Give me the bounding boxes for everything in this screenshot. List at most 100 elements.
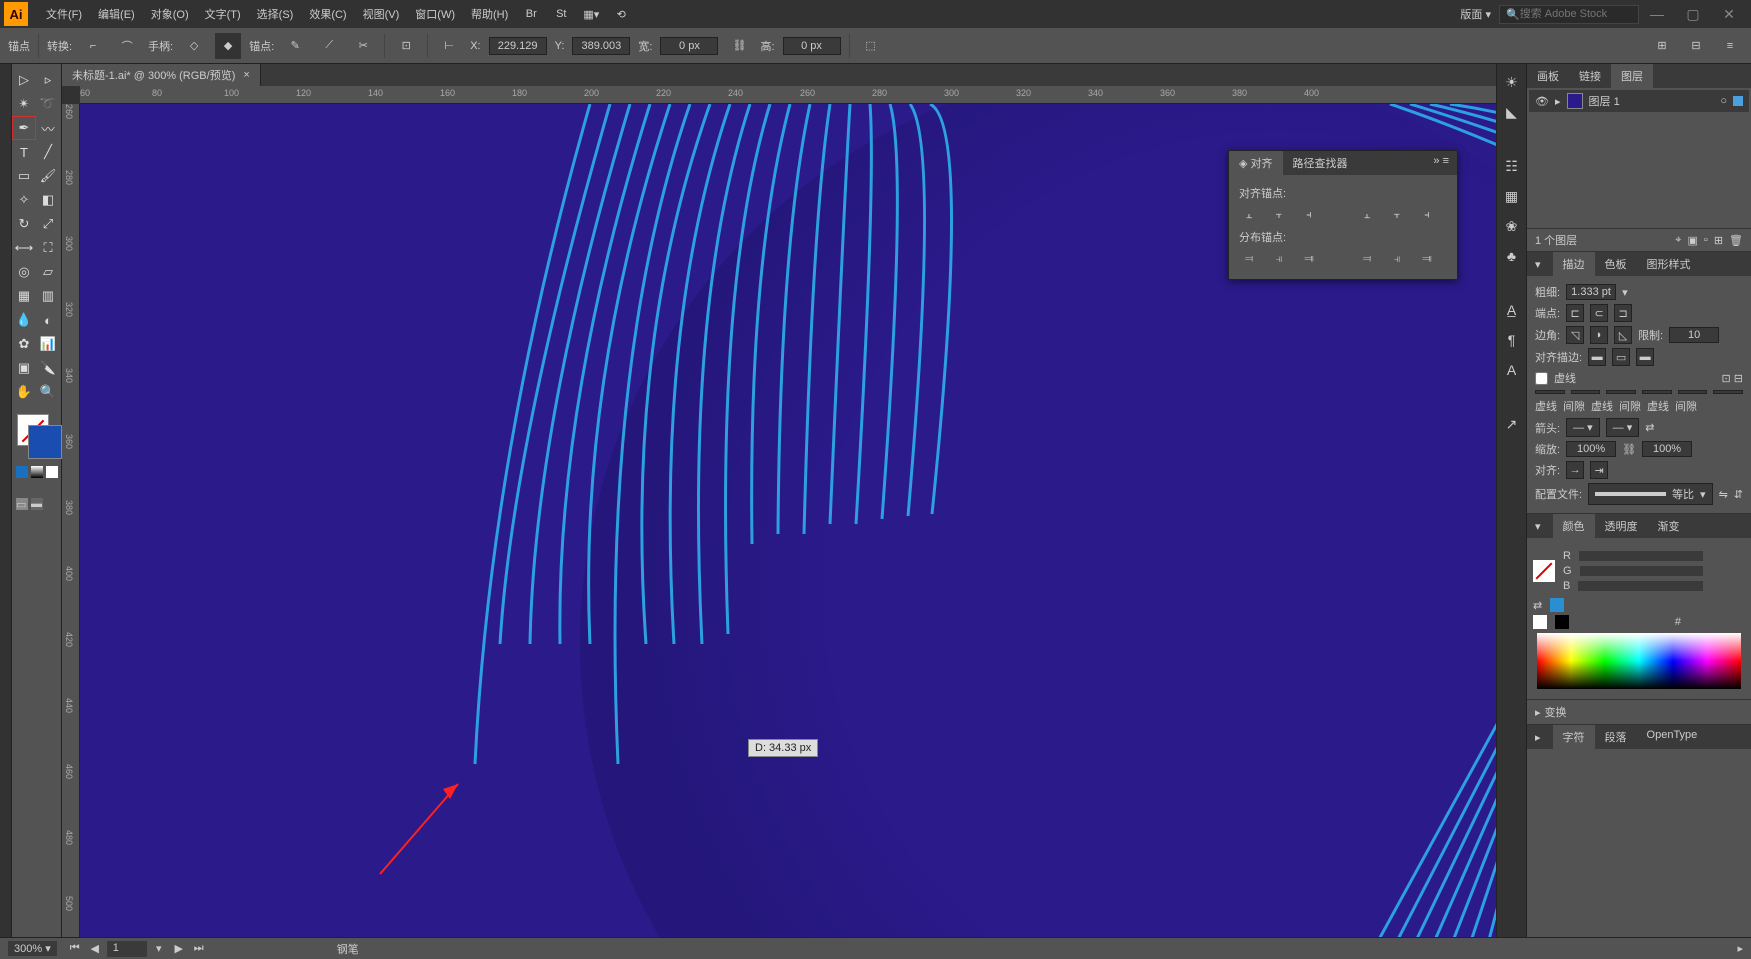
align-top-icon[interactable]: ⫠: [1357, 205, 1377, 225]
menu-help[interactable]: 帮助(H): [463, 6, 516, 22]
lasso-tool-icon[interactable]: ➰: [36, 92, 60, 116]
layer-row[interactable]: 👁 ▸ 图层 1 ○: [1529, 90, 1749, 112]
flip-y-icon[interactable]: ⇵: [1734, 488, 1743, 501]
artboard-dropdown-icon[interactable]: ▾: [151, 941, 167, 957]
paintbrush-tool-icon[interactable]: 🖌: [36, 164, 60, 188]
blend-tool-icon[interactable]: ◐: [36, 308, 60, 332]
arrange-docs-icon[interactable]: ▦▾: [579, 2, 603, 26]
eyedropper-tool-icon[interactable]: 💧: [12, 308, 36, 332]
type-tool-icon[interactable]: T: [12, 140, 36, 164]
shape-builder-tool-icon[interactable]: ◎: [12, 260, 36, 284]
align-vcenter-icon[interactable]: ⫟: [1387, 205, 1407, 225]
dash-align-icon[interactable]: ⊡ ⊟: [1722, 372, 1744, 385]
tab-stroke[interactable]: 描边: [1553, 252, 1595, 276]
menu-object[interactable]: 对象(O): [143, 6, 197, 22]
arrow-end-select[interactable]: — ▾: [1606, 418, 1640, 437]
arrow-align2-icon[interactable]: ⇥: [1590, 461, 1608, 479]
align-hcenter-icon[interactable]: ⫟: [1269, 205, 1289, 225]
arrow-align1-icon[interactable]: →: [1566, 461, 1584, 479]
swap-fill-icon[interactable]: ⇄: [1533, 599, 1542, 612]
magic-wand-tool-icon[interactable]: ✴: [12, 92, 36, 116]
export-icon[interactable]: ↗: [1502, 414, 1522, 434]
menu-window[interactable]: 窗口(W): [407, 6, 463, 22]
stock-search-input[interactable]: [1520, 8, 1632, 20]
width-tool-icon[interactable]: ⟷: [12, 236, 36, 260]
artboard-number[interactable]: 1: [107, 941, 147, 957]
tab-artboards[interactable]: 画板: [1527, 64, 1569, 88]
para-icon[interactable]: ¶: [1502, 330, 1522, 350]
limit-input[interactable]: 10: [1669, 327, 1719, 343]
eraser-tool-icon[interactable]: ◧: [36, 188, 60, 212]
properties-icon[interactable]: ☀: [1502, 72, 1522, 92]
cap-butt-icon[interactable]: ⊏: [1566, 304, 1584, 322]
dist-hcenter-icon[interactable]: ⫣: [1387, 249, 1407, 269]
handle-show-icon[interactable]: ◇: [181, 33, 207, 59]
close-tab-icon[interactable]: ×: [243, 69, 249, 81]
expand-transform-icon[interactable]: ▸: [1535, 706, 1541, 719]
isolate-icon[interactable]: ⊡: [393, 33, 419, 59]
zoom-select[interactable]: 300% ▾: [8, 941, 57, 956]
remove-anchor-icon[interactable]: ✎: [282, 33, 308, 59]
maximize-button[interactable]: ▢: [1675, 4, 1711, 24]
r-slider[interactable]: [1579, 551, 1703, 561]
dash-input[interactable]: [1535, 390, 1565, 394]
link-wh-icon[interactable]: ⛓: [726, 33, 752, 59]
g-slider[interactable]: [1580, 566, 1703, 576]
tab-transform[interactable]: 变换: [1545, 704, 1567, 720]
cut-anchor-icon[interactable]: ✂: [350, 33, 376, 59]
fill-stroke-swatch[interactable]: [17, 414, 49, 446]
tab-color[interactable]: 颜色: [1553, 514, 1595, 538]
arrow-start-select[interactable]: — ▾: [1566, 418, 1600, 437]
symbol-sprayer-tool-icon[interactable]: ✿: [12, 332, 36, 356]
panel-menu-icon[interactable]: » ≡: [1425, 151, 1457, 175]
gradient-mode-icon[interactable]: [31, 466, 43, 478]
dist-left-icon[interactable]: ⫤: [1357, 249, 1377, 269]
stroke-weight-input[interactable]: 1.333 pt: [1566, 284, 1616, 300]
gpu-icon[interactable]: ⟲: [609, 2, 633, 26]
dist-top-icon[interactable]: ⫤: [1239, 249, 1259, 269]
new-layer-icon[interactable]: ⊞: [1714, 234, 1723, 247]
layer-name[interactable]: 图层 1: [1589, 93, 1620, 109]
perspective-tool-icon[interactable]: ▱: [36, 260, 60, 284]
fill-swatch[interactable]: [1533, 560, 1555, 582]
next-artboard-icon[interactable]: ▶: [171, 941, 187, 957]
hand-tool-icon[interactable]: ✋: [12, 380, 36, 404]
swatches-icon[interactable]: ▦: [1502, 186, 1522, 206]
target-icon[interactable]: ○: [1720, 95, 1727, 107]
screen-mode-icon[interactable]: ▭: [16, 498, 28, 510]
prev-artboard-icon[interactable]: ◀: [87, 941, 103, 957]
handle-hide-icon[interactable]: ◆: [215, 33, 241, 59]
flip-x-icon[interactable]: ⇋: [1719, 488, 1728, 501]
gradient-tool-icon[interactable]: ▥: [36, 284, 60, 308]
clover-icon[interactable]: ♣: [1502, 246, 1522, 266]
menu-type[interactable]: 文字(T): [197, 6, 249, 22]
last-artboard-icon[interactable]: ⏭: [191, 941, 207, 957]
mesh-tool-icon[interactable]: ▦: [12, 284, 36, 308]
char-icon[interactable]: A̲: [1502, 300, 1522, 320]
stock-icon[interactable]: St: [549, 2, 573, 26]
tab-layers[interactable]: 图层: [1611, 64, 1653, 88]
bridge-icon[interactable]: Br: [519, 2, 543, 26]
shaper-tool-icon[interactable]: ✧: [12, 188, 36, 212]
swap-arrow-icon[interactable]: ⇄: [1645, 421, 1654, 434]
gap2-input[interactable]: [1642, 390, 1672, 394]
expand-stroke-icon[interactable]: ▾: [1535, 258, 1541, 271]
cap-square-icon[interactable]: ⊐: [1614, 304, 1632, 322]
align-outside-icon[interactable]: ▬: [1636, 348, 1654, 366]
align-anchor-icon[interactable]: ⊢: [436, 33, 462, 59]
vertical-ruler[interactable]: 260 280 300 320 340 360 380 400 420 440 …: [62, 104, 80, 937]
artboard-tool-icon[interactable]: ▣: [12, 356, 36, 380]
document-tab[interactable]: 未标题-1.ai* @ 300% (RGB/预览) ×: [62, 64, 261, 86]
corner-round-icon[interactable]: ◗: [1590, 326, 1608, 344]
profile-select[interactable]: 等比 ▾: [1588, 483, 1713, 505]
delete-layer-icon[interactable]: 🗑: [1729, 234, 1743, 247]
close-button[interactable]: ✕: [1711, 4, 1747, 24]
black-swatch[interactable]: [1555, 615, 1569, 629]
shape-icon[interactable]: ⬚: [858, 33, 884, 59]
h-input[interactable]: 0 px: [783, 37, 841, 55]
align-right-icon[interactable]: ⫞: [1299, 205, 1319, 225]
corner-bevel-icon[interactable]: ◺: [1614, 326, 1632, 344]
dist-bottom-icon[interactable]: ⫥: [1299, 249, 1319, 269]
glyph-icon[interactable]: A: [1502, 360, 1522, 380]
tab-gradient[interactable]: 渐变: [1648, 514, 1690, 538]
